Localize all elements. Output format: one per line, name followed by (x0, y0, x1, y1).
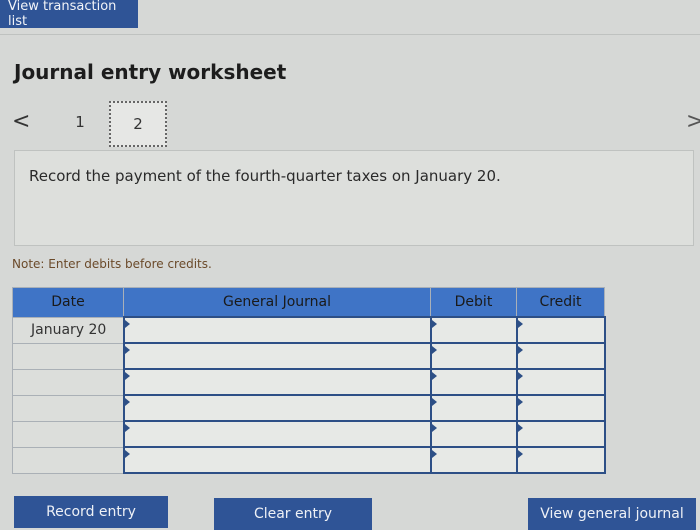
date-cell (12, 342, 124, 370)
chevron-left-icon[interactable]: < (12, 110, 32, 134)
column-header-debit: Debit (430, 287, 517, 318)
account-input[interactable] (122, 420, 432, 448)
row-marker-icon (517, 372, 523, 380)
row-marker-icon (431, 450, 437, 458)
note-text: Note: Enter debits before credits. (12, 257, 212, 271)
row-marker-icon (124, 346, 130, 354)
credit-input[interactable] (515, 342, 606, 370)
row-marker-icon (124, 450, 130, 458)
account-input[interactable] (122, 368, 432, 396)
row-marker-icon (124, 398, 130, 406)
table-row (12, 394, 606, 422)
account-input[interactable] (122, 342, 432, 370)
table-row (12, 368, 606, 396)
column-header-date: Date (12, 287, 124, 318)
page-title: Journal entry worksheet (14, 60, 287, 84)
view-general-journal-button[interactable]: View general journal (528, 498, 696, 530)
account-input[interactable] (122, 394, 432, 422)
date-cell (12, 420, 124, 448)
prompt-box: Record the payment of the fourth-quarter… (14, 150, 694, 246)
header-divider (0, 34, 700, 35)
account-input[interactable] (122, 316, 432, 344)
row-marker-icon (431, 424, 437, 432)
account-input[interactable] (122, 446, 432, 474)
table-row (12, 420, 606, 448)
table-row (12, 446, 606, 474)
date-cell (12, 394, 124, 422)
clear-entry-button[interactable]: Clear entry (214, 498, 372, 530)
prompt-text: Record the payment of the fourth-quarter… (29, 167, 501, 185)
table-row (12, 342, 606, 370)
column-header-credit: Credit (516, 287, 605, 318)
row-marker-icon (124, 320, 130, 328)
table-row: January 20 (12, 316, 606, 344)
journal-table: Date General Journal Debit Credit Januar… (12, 287, 606, 474)
journal-header-row: Date General Journal Debit Credit (12, 287, 605, 318)
row-marker-icon (517, 424, 523, 432)
debit-input[interactable] (429, 394, 518, 422)
credit-input[interactable] (515, 316, 606, 344)
credit-input[interactable] (515, 420, 606, 448)
date-cell: January 20 (12, 316, 124, 344)
row-marker-icon (517, 450, 523, 458)
debit-input[interactable] (429, 420, 518, 448)
view-transaction-list-button[interactable]: View transaction list (0, 0, 138, 29)
debit-input[interactable] (429, 446, 518, 474)
debit-input[interactable] (429, 368, 518, 396)
credit-input[interactable] (515, 368, 606, 396)
row-marker-icon (517, 320, 523, 328)
date-cell (12, 446, 124, 474)
debit-input[interactable] (429, 342, 518, 370)
page-tab-1[interactable]: 1 (70, 110, 90, 134)
column-header-general-journal: General Journal (123, 287, 431, 318)
row-marker-icon (124, 424, 130, 432)
row-marker-icon (431, 320, 437, 328)
chevron-right-icon[interactable]: > (686, 110, 700, 134)
row-marker-icon (431, 372, 437, 380)
row-marker-icon (517, 346, 523, 354)
page-tab-2[interactable]: 2 (109, 101, 167, 147)
debit-input[interactable] (429, 316, 518, 344)
row-marker-icon (124, 372, 130, 380)
row-marker-icon (431, 398, 437, 406)
row-marker-icon (517, 398, 523, 406)
credit-input[interactable] (515, 446, 606, 474)
row-marker-icon (431, 346, 437, 354)
credit-input[interactable] (515, 394, 606, 422)
record-entry-button[interactable]: Record entry (14, 496, 168, 528)
date-cell (12, 368, 124, 396)
